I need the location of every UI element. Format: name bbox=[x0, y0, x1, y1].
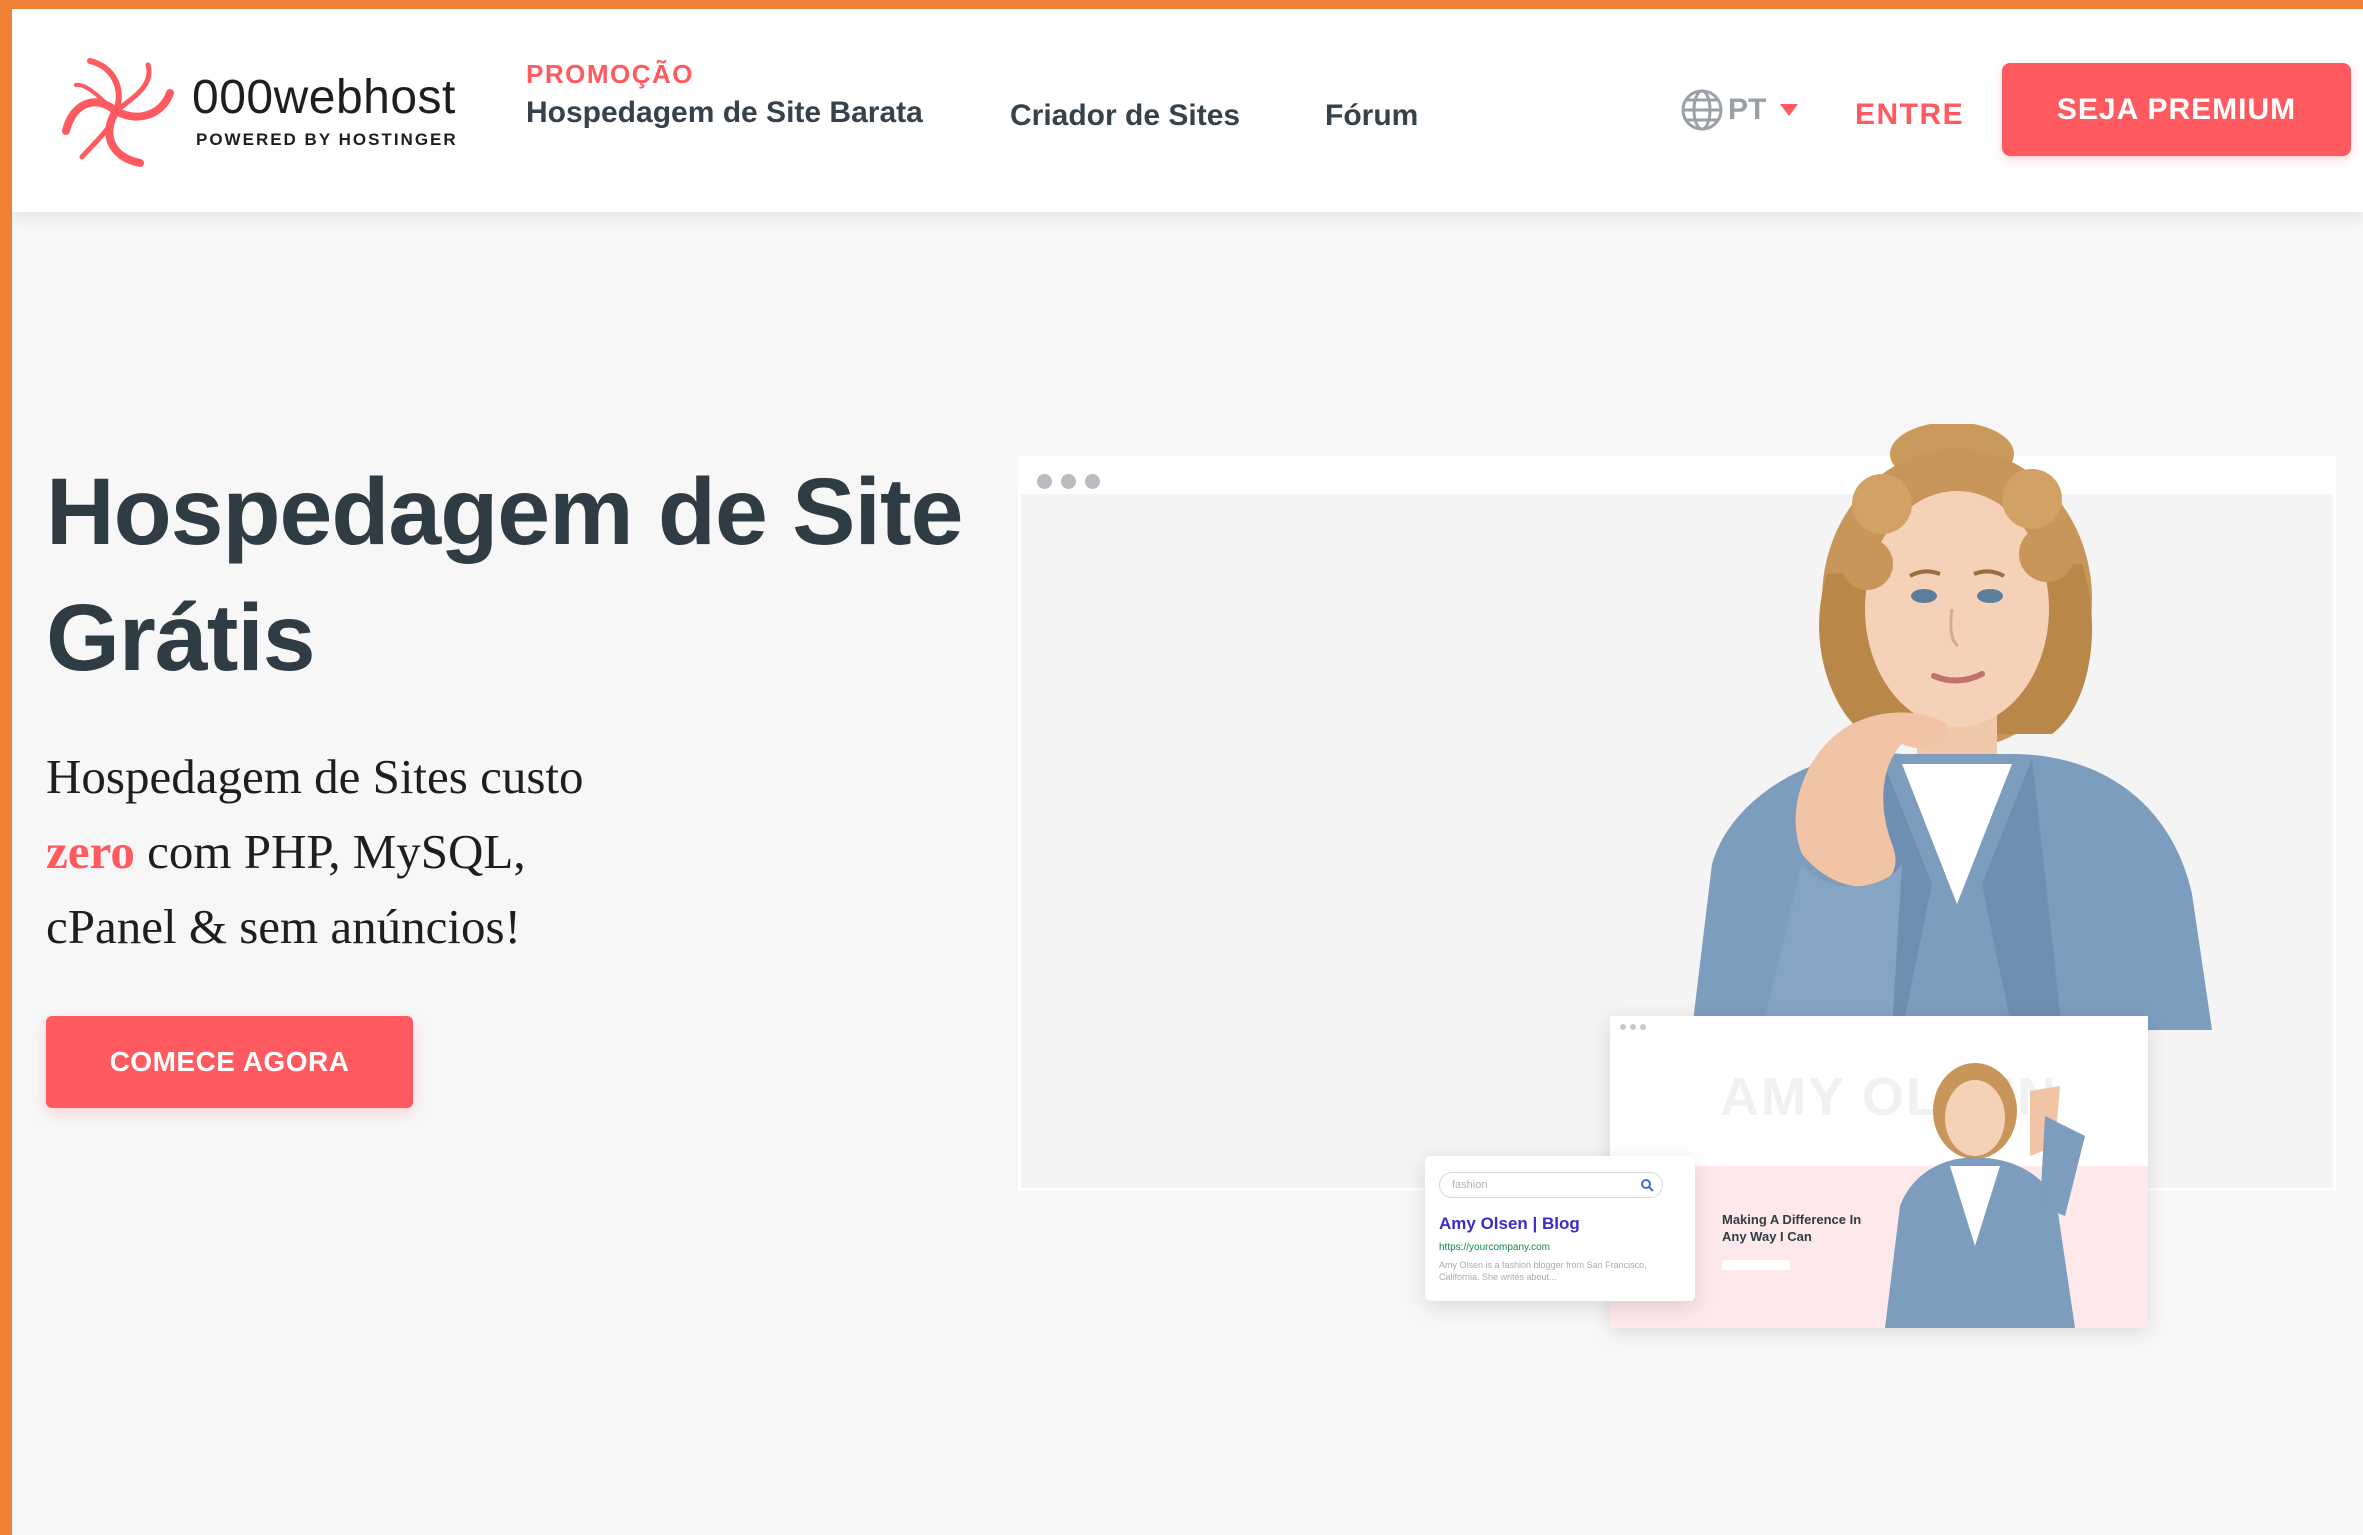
search-result-title: Amy Olsen | Blog bbox=[1439, 1214, 1580, 1233]
mini-site-woman-photo bbox=[1885, 1063, 2085, 1328]
hero-title: Hospedagem de Site Grátis bbox=[46, 459, 963, 691]
nav-link-forum[interactable]: Fórum bbox=[1325, 99, 1418, 133]
window-dot-icon bbox=[1630, 1024, 1636, 1030]
nav-link-site-builder[interactable]: Criador de Sites bbox=[1010, 99, 1240, 133]
hero-subtitle: Hospedagem de Sites custo zero com PHP, M… bbox=[46, 739, 666, 964]
search-result-card: fashion Amy Olsen | Blog https://yourcom… bbox=[1425, 1156, 1695, 1301]
login-link[interactable]: ENTRE bbox=[1855, 98, 1964, 132]
language-code: PT bbox=[1728, 93, 1767, 126]
hero-subtitle-start: Hospedagem de Sites custo bbox=[46, 749, 584, 804]
window-dot-icon bbox=[1085, 474, 1100, 489]
site-header: 000webhost POWERED BY HOSTINGER PROMOÇÃO… bbox=[12, 9, 2363, 212]
logo[interactable]: 000webhost POWERED BY HOSTINGER bbox=[54, 53, 474, 173]
promo-badge: PROMOÇÃO bbox=[526, 59, 694, 89]
mini-search-box: fashion bbox=[1439, 1172, 1663, 1198]
search-result-url: https://yourcompany.com bbox=[1439, 1242, 1550, 1253]
globe-icon bbox=[1681, 89, 1723, 131]
woman-photo bbox=[1692, 424, 2212, 1030]
start-now-button[interactable]: COMECE AGORA bbox=[46, 1016, 413, 1108]
window-dot-icon bbox=[1640, 1024, 1646, 1030]
search-query: fashion bbox=[1452, 1179, 1488, 1191]
search-icon bbox=[1641, 1179, 1654, 1192]
window-dot-icon bbox=[1620, 1024, 1626, 1030]
swirl-logo-icon bbox=[62, 58, 174, 167]
caret-down-icon bbox=[1780, 104, 1799, 116]
premium-button[interactable]: SEJA PREMIUM bbox=[2002, 63, 2351, 156]
mini-site-button bbox=[1722, 1260, 1790, 1270]
search-result-description: Amy Olsen is a fashion blogger from San … bbox=[1439, 1260, 1647, 1282]
language-selector[interactable]: PT bbox=[1680, 88, 1799, 132]
page-frame: 000webhost POWERED BY HOSTINGER PROMOÇÃO… bbox=[12, 9, 2363, 1535]
brand-tagline: POWERED BY HOSTINGER bbox=[196, 130, 458, 149]
window-dot-icon bbox=[1061, 474, 1076, 489]
nav-item-promo: PROMOÇÃO Hospedagem de Site Barata bbox=[526, 59, 923, 130]
brand-name: 000webhost bbox=[192, 71, 456, 124]
nav-link-cheap-hosting[interactable]: Hospedagem de Site Barata bbox=[526, 96, 923, 130]
mini-site-nav bbox=[1610, 1016, 2148, 1036]
hero-subtitle-accent: zero bbox=[46, 824, 135, 879]
window-dot-icon bbox=[1037, 474, 1052, 489]
